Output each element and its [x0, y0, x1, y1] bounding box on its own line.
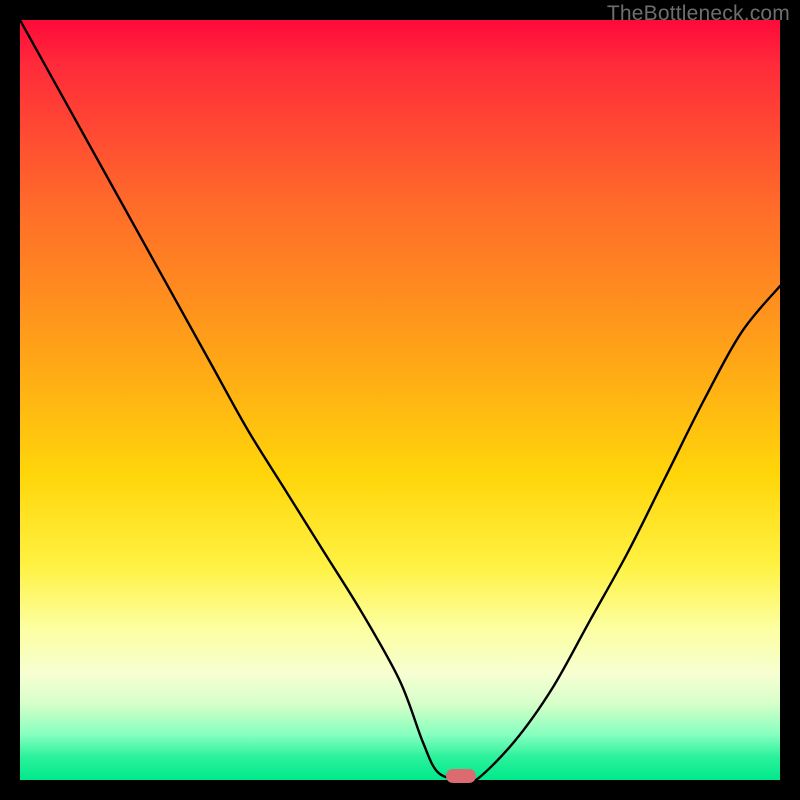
- chart-frame: TheBottleneck.com: [0, 0, 800, 800]
- bottleneck-curve: [20, 20, 780, 780]
- optimal-marker: [446, 769, 476, 783]
- plot-area: [20, 20, 780, 780]
